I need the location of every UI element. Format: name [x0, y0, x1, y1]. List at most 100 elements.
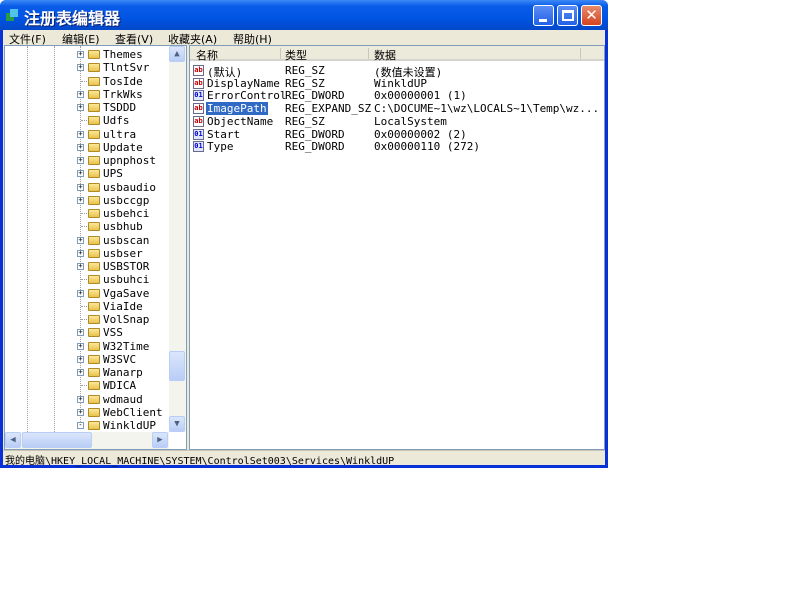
tree-item[interactable]: Udfs — [5, 114, 170, 127]
expand-icon[interactable]: + — [77, 196, 84, 204]
folder-icon — [88, 288, 100, 298]
string-value-icon: ab — [193, 115, 204, 127]
column-name[interactable]: 名称 — [196, 47, 218, 63]
expand-icon[interactable]: + — [77, 90, 84, 98]
folder-icon — [88, 262, 100, 271]
expand-icon[interactable]: + — [77, 329, 84, 337]
expand-icon[interactable]: + — [77, 183, 84, 191]
folder-icon — [88, 315, 100, 324]
tree-item[interactable]: + usbser — [5, 247, 170, 260]
expand-icon[interactable]: + — [77, 342, 84, 350]
expand-icon[interactable]: + — [77, 289, 84, 297]
tree-item[interactable]: + W3SVC — [5, 353, 170, 366]
tree-item[interactable]: + Update — [5, 141, 170, 154]
expand-icon[interactable]: + — [77, 64, 84, 72]
tree-item-label: TSDDD — [103, 101, 137, 114]
tree-vertical-scrollbar[interactable]: ▲ ▼ — [169, 46, 186, 432]
folder-icon — [88, 209, 100, 218]
list-row[interactable]: ab ObjectName REG_SZ LocalSystem — [190, 115, 604, 128]
scroll-down-button[interactable]: ▼ — [169, 416, 185, 432]
scroll-thumb[interactable] — [169, 351, 185, 381]
tree-item[interactable]: + ultra — [5, 128, 170, 141]
expand-icon[interactable]: + — [77, 249, 84, 257]
folder-icon — [88, 407, 100, 417]
minimize-button[interactable] — [533, 5, 554, 26]
expand-icon[interactable]: + — [77, 395, 84, 403]
tree-item[interactable]: + usbaudio — [5, 181, 170, 194]
folder-icon — [88, 142, 100, 152]
tree-item-label: usbaudio — [103, 180, 156, 194]
tree-item-label: TlntSvr — [103, 61, 150, 75]
tree-item[interactable]: ViaIde — [5, 300, 170, 313]
value-list[interactable]: 名称 类型 数据 ab (默认) REG_SZ (数值未设置) ab DisplayNam… — [189, 45, 605, 450]
expand-icon[interactable]: + — [77, 369, 84, 376]
scroll-left-button[interactable]: ◀ — [5, 432, 21, 448]
value-name: Start — [207, 127, 241, 141]
column-data[interactable]: 数据 — [374, 47, 396, 63]
tree-item[interactable]: + TlntSvr — [5, 61, 170, 74]
tree-item[interactable]: + VgaSave — [5, 287, 170, 300]
list-row[interactable]: ab ImagePath REG_EXPAND_SZ C:\DOCUME~1\wz\L… — [190, 102, 604, 116]
tree-item[interactable]: + Wanarp — [5, 366, 170, 379]
binary-value-icon: 01 — [193, 141, 204, 153]
column-divider[interactable] — [368, 48, 369, 59]
column-divider[interactable] — [580, 48, 581, 59]
expand-icon[interactable]: + — [77, 408, 84, 416]
expand-icon[interactable]: + — [77, 263, 84, 270]
value-type: REG_SZ — [285, 64, 325, 77]
expand-icon[interactable]: + — [77, 143, 84, 151]
list-row[interactable]: 01 Type REG_DWORD 0x00000110 (272) — [190, 140, 604, 153]
tree-item[interactable]: usbehci — [5, 207, 170, 220]
tree-item[interactable]: + TrkWks — [5, 88, 170, 101]
tree-item[interactable]: TosIde — [5, 75, 170, 88]
tree-item[interactable]: VolSnap — [5, 313, 170, 326]
tree-item[interactable]: + VSS — [5, 326, 170, 339]
tree-item[interactable]: + W32Time — [5, 340, 170, 353]
folder-icon — [88, 116, 100, 126]
column-divider[interactable] — [280, 48, 281, 59]
value-type: REG_EXPAND_SZ — [285, 102, 372, 116]
expand-icon[interactable]: + — [77, 104, 84, 111]
tree-item[interactable]: + upnphost — [5, 154, 170, 167]
value-data: WinkldUP — [374, 76, 427, 90]
scroll-up-button[interactable]: ▲ — [169, 46, 185, 62]
expand-icon[interactable]: + — [77, 157, 84, 164]
key-tree[interactable]: + Themes + TlntSvr TosIde + TrkWks + TSDDD Udfs + u… — [4, 45, 187, 450]
tree-item[interactable]: - WinkldUP — [5, 419, 170, 432]
expand-icon[interactable]: + — [77, 51, 84, 58]
folder-icon — [88, 381, 100, 391]
list-row[interactable]: 01 Start REG_DWORD 0x00000002 (2) — [190, 127, 604, 141]
list-row[interactable]: ab (默认) REG_SZ (数值未设置) — [190, 64, 604, 79]
tree-item[interactable]: + TSDDD — [5, 101, 170, 114]
expand-icon[interactable]: + — [77, 355, 84, 363]
tree-item[interactable]: + usbccgp — [5, 194, 170, 207]
expand-icon[interactable]: + — [77, 130, 84, 138]
value-data: 0x00000002 (2) — [374, 127, 467, 141]
collapse-icon[interactable]: - — [77, 422, 84, 429]
scroll-right-button[interactable]: ▶ — [152, 432, 168, 448]
tree-item[interactable]: + Themes — [5, 48, 170, 61]
tree-item[interactable]: usbhub — [5, 220, 170, 233]
maximize-button[interactable] — [557, 5, 578, 26]
close-button[interactable]: ✕ — [581, 5, 602, 26]
tree-item-label: WebClient — [103, 405, 163, 419]
list-row[interactable]: 01 ErrorControl REG_DWORD 0x00000001 (1) — [190, 89, 604, 102]
expand-icon[interactable]: + — [77, 236, 84, 244]
minimize-icon — [539, 19, 547, 22]
list-row[interactable]: ab DisplayName REG_SZ WinkldUP — [190, 76, 604, 90]
tree-item[interactable]: + UPS — [5, 167, 170, 180]
tree-item[interactable]: usbuhci — [5, 273, 170, 286]
tree-item[interactable]: + USBSTOR — [5, 260, 170, 273]
tree-item[interactable]: + wdmaud — [5, 393, 170, 406]
scroll-thumb-horizontal[interactable] — [22, 432, 92, 448]
tree-horizontal-scrollbar[interactable]: ◀ ▶ — [5, 432, 169, 449]
tree-item-label: usbccgp — [103, 193, 150, 207]
expand-icon[interactable]: + — [77, 170, 84, 178]
tree-item-label: usbser — [103, 246, 143, 260]
folder-icon — [88, 129, 100, 139]
title-bar[interactable]: 注册表编辑器 ✕ — [0, 0, 608, 30]
tree-item[interactable]: WDICA — [5, 379, 170, 392]
tree-item[interactable]: + WebClient — [5, 406, 170, 419]
tree-item[interactable]: + usbscan — [5, 234, 170, 247]
column-type[interactable]: 类型 — [285, 47, 307, 63]
